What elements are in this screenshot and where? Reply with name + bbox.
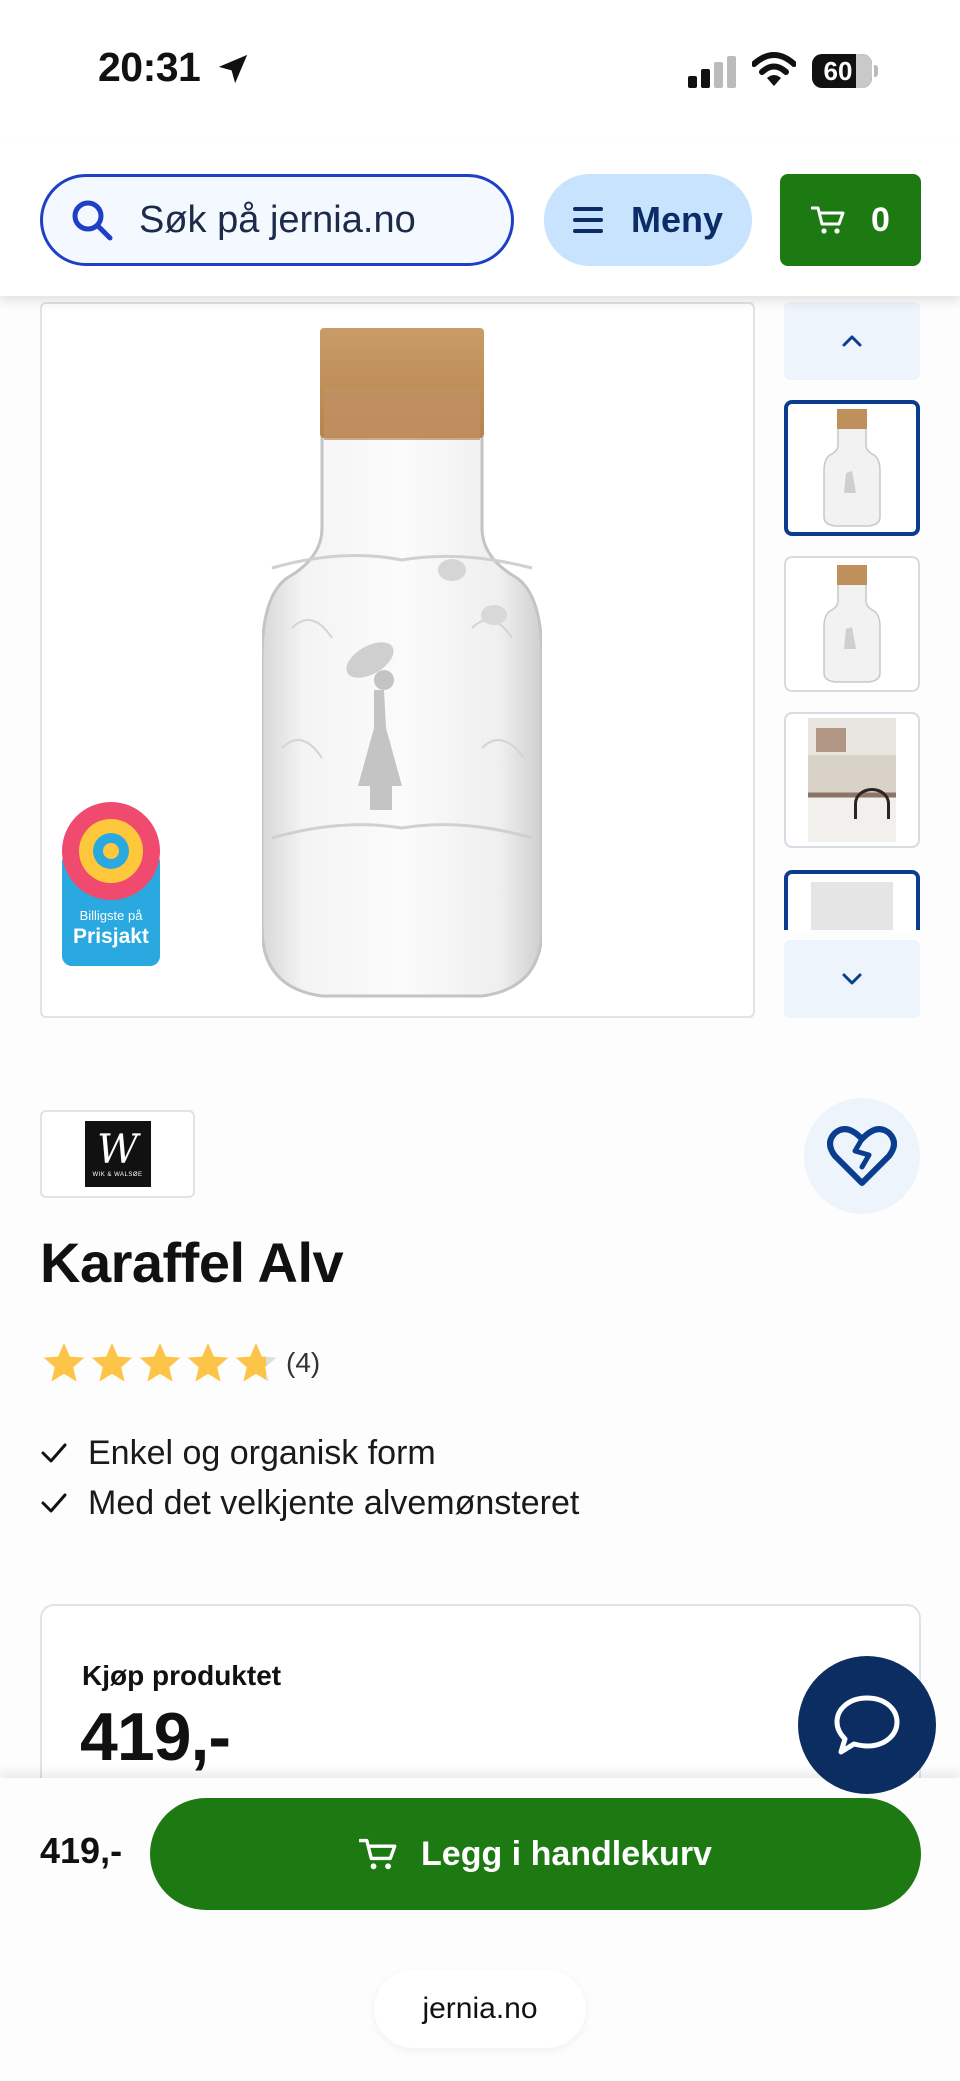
thumbnail-1[interactable] — [784, 400, 920, 536]
sticky-buy-bar: 419,- Legg i handlekurv jernia.no — [0, 1778, 960, 2081]
hamburger-icon — [572, 207, 603, 233]
product-price: 419,- — [80, 1699, 231, 1775]
status-bar: 20:31 60 — [0, 0, 960, 140]
checkmark-icon — [41, 1443, 67, 1463]
feature-text: Enkel og organisk form — [88, 1433, 436, 1472]
carafe-image — [262, 328, 542, 998]
feature-item: Med det velkjente alvemønsteret — [40, 1478, 579, 1528]
thumbnails-up-button[interactable] — [784, 302, 920, 380]
search-input[interactable]: Søk på jernia.no — [40, 174, 514, 266]
star-icon — [235, 1342, 277, 1382]
heart-icon — [827, 1126, 897, 1186]
thumbnail-4[interactable] — [784, 870, 920, 930]
star-icon — [187, 1342, 229, 1382]
favorite-button[interactable] — [804, 1098, 920, 1214]
status-time: 20:31 — [98, 44, 201, 90]
feature-list: Enkel og organisk form Med det velkjente… — [40, 1428, 579, 1528]
thumbnail-2[interactable] — [784, 556, 920, 692]
search-placeholder: Søk på jernia.no — [139, 198, 416, 241]
add-to-cart-button[interactable]: Legg i handlekurv — [150, 1798, 921, 1910]
checkmark-icon — [41, 1493, 67, 1513]
wifi-icon — [752, 52, 796, 86]
thumbnails-down-button[interactable] — [784, 940, 920, 1018]
battery-level: 60 — [823, 55, 853, 86]
star-icon — [43, 1342, 85, 1382]
chat-button[interactable] — [798, 1656, 936, 1794]
prisjakt-logo-icon — [62, 802, 160, 900]
menu-label: Meny — [630, 199, 724, 240]
cart-icon — [359, 1838, 397, 1870]
cart-count: 0 — [871, 200, 890, 239]
thumbnail-3[interactable] — [784, 712, 920, 848]
sticky-price: 419,- — [40, 1830, 123, 1871]
rating-stars[interactable]: (4) — [40, 1340, 320, 1386]
prisjakt-badge-line1: Billigste på — [79, 908, 143, 923]
product-main-image[interactable]: Billigste på Prisjakt — [40, 302, 755, 1018]
add-to-cart-label: Legg i handlekurv — [421, 1834, 712, 1873]
cellular-signal-icon — [688, 56, 736, 88]
browser-url-bar[interactable]: jernia.no — [374, 1970, 586, 2048]
carafe-thumbnail-image — [823, 565, 881, 683]
feature-text: Med det velkjente alvemønsteret — [88, 1483, 580, 1522]
star-icon — [139, 1342, 181, 1382]
chevron-up-icon — [842, 335, 862, 347]
product-title: Karaffel Alv — [40, 1231, 344, 1294]
feature-item: Enkel og organisk form — [40, 1428, 579, 1478]
cart-icon — [811, 206, 845, 234]
lifestyle-thumbnail-image — [808, 718, 896, 842]
prisjakt-badge[interactable]: Billigste på Prisjakt — [62, 802, 160, 966]
battery-icon: 60 — [812, 54, 878, 88]
menu-button[interactable]: Meny — [544, 174, 752, 266]
brand-logo: W WIK & WALSØE — [84, 1121, 151, 1187]
review-count: (4) — [286, 1347, 321, 1378]
star-icon — [91, 1342, 133, 1382]
brand-logo-link[interactable]: W WIK & WALSØE — [40, 1110, 195, 1198]
chat-bubble-icon — [834, 1695, 900, 1755]
location-arrow-icon — [218, 54, 248, 84]
carafe-thumbnail-image — [823, 409, 881, 527]
site-header: Søk på jernia.no Meny 0 — [0, 140, 960, 296]
prisjakt-badge-line2: Prisjakt — [73, 925, 149, 948]
chevron-down-icon — [842, 973, 862, 985]
buy-product-label: Kjøp produktet — [82, 1660, 282, 1691]
cart-button[interactable]: 0 — [780, 174, 921, 266]
search-icon — [72, 200, 113, 241]
